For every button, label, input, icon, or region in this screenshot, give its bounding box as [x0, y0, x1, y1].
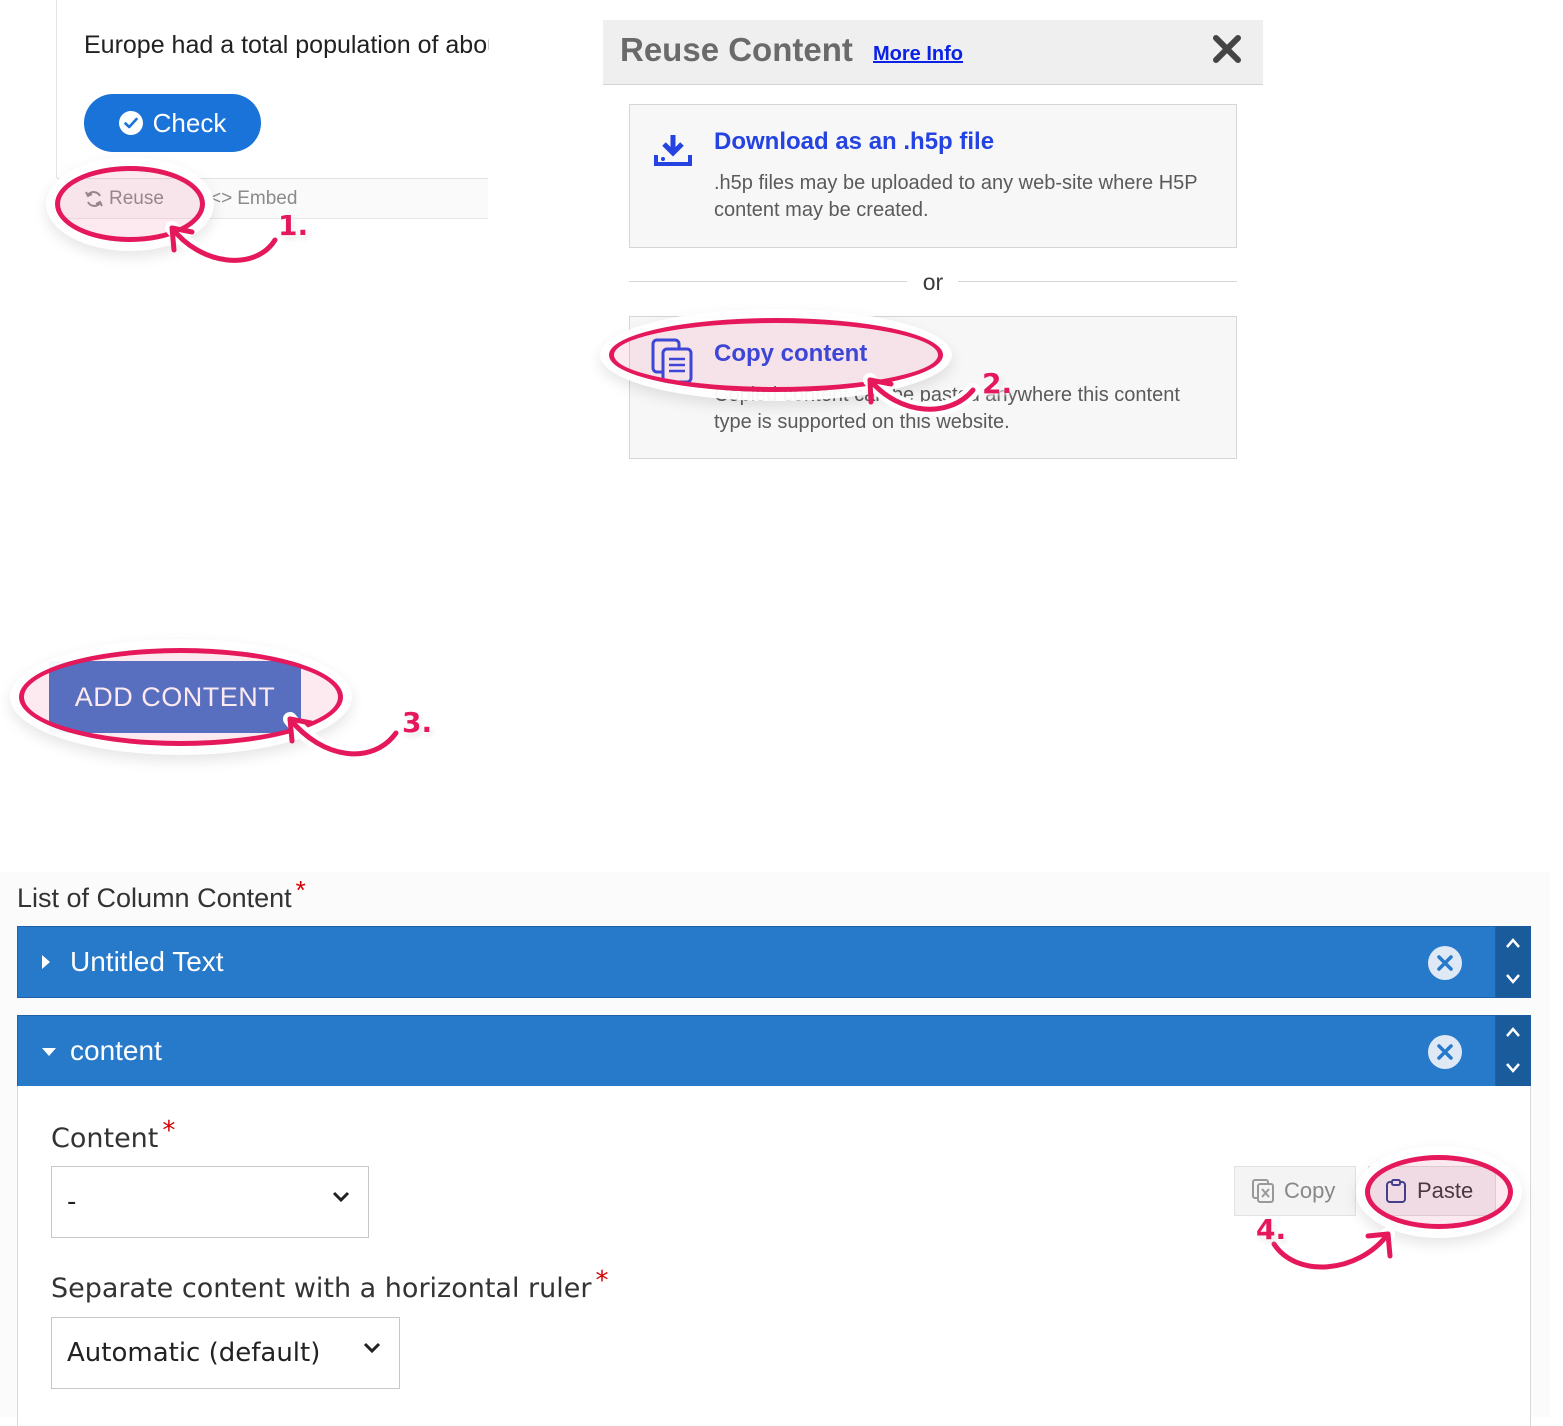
divider [958, 281, 1237, 282]
download-description: .h5p files may be uploaded to any web-si… [714, 172, 1198, 221]
list-item-title: Untitled Text [70, 946, 224, 977]
check-button[interactable]: Check [84, 94, 261, 152]
remove-item-icon[interactable] [1428, 1035, 1462, 1069]
remove-item-icon[interactable] [1428, 946, 1462, 980]
curved-arrow-icon [863, 373, 980, 417]
step-number: 2. [982, 367, 1013, 400]
download-icon [654, 135, 692, 166]
content-frame-border [56, 0, 57, 178]
content-field-label: Content * [51, 1116, 176, 1154]
download-option[interactable]: Download as an .h5p file .h5p files may … [629, 104, 1237, 248]
move-up-icon[interactable] [1505, 937, 1521, 949]
content-select-value: - [67, 1187, 77, 1217]
caret-down-icon [42, 1048, 56, 1056]
copy-button[interactable]: Copy [1234, 1166, 1356, 1216]
list-item-header[interactable]: Untitled Text [17, 926, 1496, 998]
step-number: 1. [278, 209, 309, 242]
step-number: 4. [1256, 1213, 1287, 1246]
curved-arrow-icon [1267, 1227, 1395, 1274]
question-text: Europe had a total population of about [84, 31, 489, 59]
divider [629, 281, 907, 282]
order-controls [1496, 1015, 1531, 1087]
move-down-icon[interactable] [1505, 973, 1521, 985]
copy-label: Copy [1284, 1178, 1336, 1203]
ruler-select-value: Automatic (default) [67, 1338, 321, 1368]
more-info-link[interactable]: More Info [873, 42, 963, 66]
move-down-icon[interactable] [1505, 1062, 1521, 1074]
chevron-down-icon [363, 1342, 381, 1354]
or-text: or [922, 269, 944, 295]
curved-arrow-icon [283, 712, 403, 761]
list-title: List of Column Content * [17, 875, 306, 913]
check-circle-icon [118, 111, 143, 135]
ruler-select[interactable]: Automatic (default) [51, 1317, 400, 1389]
step-number: 3. [402, 706, 433, 739]
reuse-dialog-title: Reuse Content [620, 31, 853, 68]
content-select[interactable]: - [51, 1166, 369, 1238]
order-controls [1496, 926, 1531, 998]
check-label: Check [152, 107, 227, 138]
chevron-down-icon [332, 1191, 350, 1203]
list-item-title: content [70, 1035, 162, 1066]
copy-disabled-icon [1252, 1179, 1274, 1203]
close-icon[interactable] [1210, 32, 1244, 66]
list-item-header[interactable]: content [17, 1015, 1496, 1087]
ruler-field-label: Separate content with a horizontal ruler… [51, 1266, 609, 1304]
caret-right-icon [42, 955, 50, 969]
highlight-ring [1365, 1155, 1513, 1229]
move-up-icon[interactable] [1505, 1026, 1521, 1038]
download-title: Download as an .h5p file [714, 128, 995, 155]
